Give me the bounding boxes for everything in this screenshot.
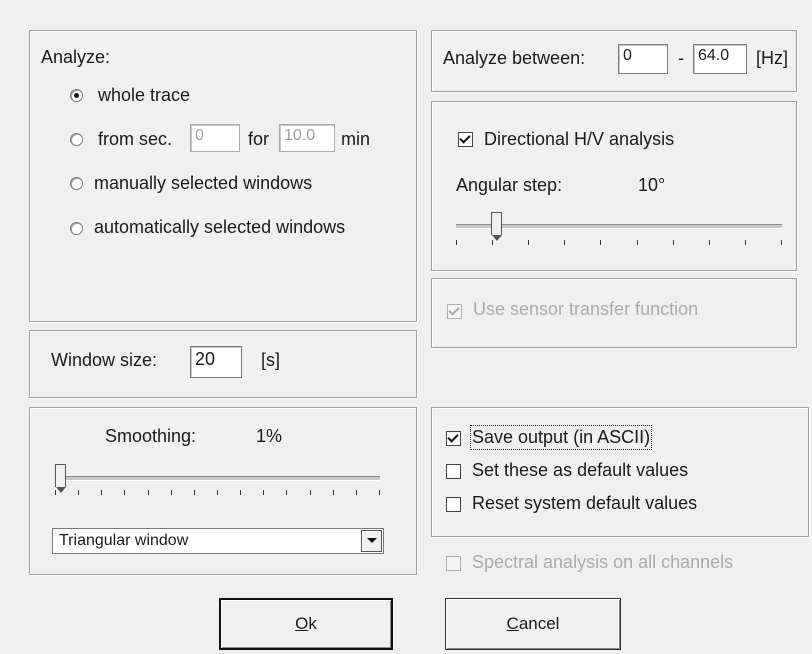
min-label: min: [341, 129, 371, 149]
directional-checkbox[interactable]: [458, 132, 473, 147]
freq-unit: [Hz]: [756, 48, 789, 68]
slider-tick: [310, 490, 311, 495]
smoothing-slider-track: [55, 476, 380, 481]
ok-button-label: Ok: [295, 614, 317, 633]
radio-manual-windows[interactable]: [70, 177, 83, 190]
freq-dash: -: [678, 48, 684, 68]
slider-tick: [124, 490, 125, 495]
freq-from-input[interactable]: 0: [618, 44, 668, 74]
for-label: for: [248, 129, 270, 149]
sensor-transfer-checkbox[interactable]: [447, 304, 462, 319]
freq-to-input[interactable]: 64.0: [693, 44, 747, 74]
slider-tick: [356, 490, 357, 495]
slider-tick: [745, 240, 746, 245]
radio-manual-windows-label[interactable]: manually selected windows: [94, 173, 312, 194]
spectral-all-checkbox[interactable]: [446, 556, 461, 571]
slider-tick: [194, 490, 195, 495]
cancel-button[interactable]: Cancel: [445, 598, 621, 650]
chevron-down-icon[interactable]: [361, 530, 382, 552]
slider-tick: [709, 240, 710, 245]
for-minutes-input[interactable]: 10.0: [279, 124, 335, 152]
angular-step-slider[interactable]: [456, 210, 782, 254]
reset-default-checkbox[interactable]: [446, 497, 461, 512]
slider-tick: [148, 490, 149, 495]
slider-tick: [217, 490, 218, 495]
spectral-all-label[interactable]: Spectral analysis on all channels: [472, 552, 733, 573]
slider-tick: [456, 240, 457, 245]
from-sec-input[interactable]: 0: [190, 124, 240, 152]
radio-auto-windows-label[interactable]: automatically selected windows: [94, 217, 345, 238]
radio-whole-trace-label[interactable]: whole trace: [98, 85, 190, 106]
slider-tick: [492, 240, 493, 245]
angular-slider-track: [456, 224, 782, 229]
window-size-input[interactable]: 20: [190, 346, 242, 378]
save-output-checkbox[interactable]: [446, 431, 461, 446]
slider-tick: [286, 490, 287, 495]
slider-tick: [379, 490, 380, 495]
directional-label[interactable]: Directional H/V analysis: [484, 129, 674, 150]
window-size-label: Window size:: [51, 350, 158, 370]
slider-tick: [333, 490, 334, 495]
window-type-value: Triangular window: [59, 532, 189, 549]
angular-slider-thumb[interactable]: [491, 212, 502, 241]
slider-tick: [781, 240, 782, 245]
analyze-heading: Analyze:: [41, 47, 111, 67]
analyze-between-label: Analyze between:: [443, 48, 586, 68]
radio-from-sec-label[interactable]: from sec.: [98, 129, 172, 150]
slider-tick: [101, 490, 102, 495]
radio-from-sec[interactable]: [70, 133, 83, 146]
smoothing-label: Smoothing:: [105, 426, 197, 446]
ok-button[interactable]: Ok: [219, 598, 393, 650]
slider-tick: [528, 240, 529, 245]
smoothing-slider[interactable]: [55, 460, 380, 500]
save-output-label[interactable]: Save output (in ASCII): [469, 425, 653, 450]
smoothing-slider-thumb[interactable]: [55, 464, 66, 493]
set-default-label[interactable]: Set these as default values: [472, 460, 688, 481]
angular-step-label: Angular step:: [456, 175, 563, 195]
set-default-checkbox[interactable]: [446, 464, 461, 479]
slider-tick: [600, 240, 601, 245]
slider-tick: [55, 490, 56, 495]
slider-tick: [78, 490, 79, 495]
angular-step-value: 10°: [638, 175, 666, 195]
slider-tick: [637, 240, 638, 245]
radio-auto-windows[interactable]: [70, 222, 83, 235]
window-size-unit: [s]: [261, 350, 281, 370]
smoothing-value: 1%: [256, 426, 283, 446]
reset-default-label[interactable]: Reset system default values: [472, 493, 697, 514]
cancel-button-label: Cancel: [506, 614, 560, 633]
slider-tick: [564, 240, 565, 245]
slider-tick: [263, 490, 264, 495]
slider-tick: [171, 490, 172, 495]
sensor-transfer-label[interactable]: Use sensor transfer function: [473, 299, 698, 320]
radio-whole-trace[interactable]: [70, 89, 83, 102]
slider-tick: [240, 490, 241, 495]
slider-tick: [673, 240, 674, 245]
window-type-select[interactable]: Triangular window: [52, 528, 384, 554]
